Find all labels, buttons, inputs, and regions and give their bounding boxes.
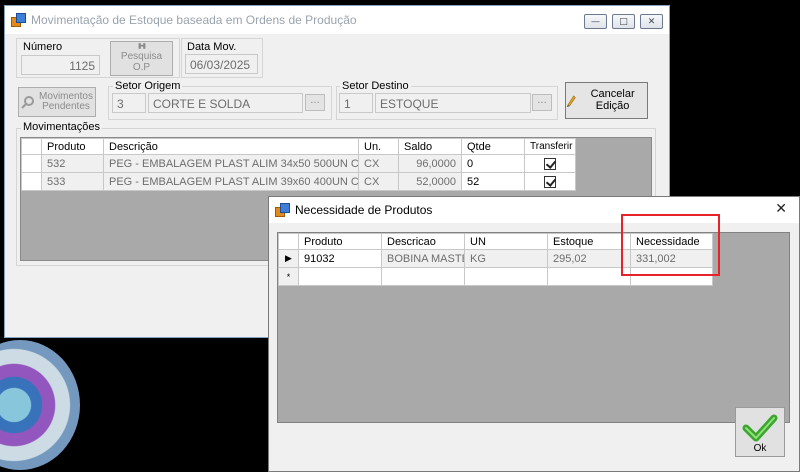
col-header-un[interactable]: Un.: [358, 138, 399, 155]
cell-produto: 91032: [298, 249, 382, 268]
setor-destino-label: Setor Destino: [340, 80, 411, 92]
cell-qtde[interactable]: 0: [461, 154, 525, 173]
setor-destino-name-field: ESTOQUE: [375, 93, 531, 113]
col-header-produto[interactable]: Produto: [298, 233, 382, 250]
pesquisa-op-label: Pesquisa O.P: [120, 51, 163, 73]
col-header-descricao[interactable]: Descrição: [103, 138, 359, 155]
ok-button[interactable]: Ok: [735, 407, 785, 457]
desktop-logo-icon: [0, 340, 80, 470]
new-row-indicator[interactable]: *: [278, 267, 299, 286]
setor-origem-browse-button[interactable]: ...: [305, 94, 325, 111]
dialog-title: Necessidade de Produtos: [295, 203, 433, 217]
main-window-title: Movimentação de Estoque baseada em Orden…: [31, 13, 357, 27]
movimentos-pendentes-button[interactable]: Movimentos Pendentes: [18, 87, 96, 117]
movimentos-pendentes-line2: Pendentes: [42, 101, 90, 112]
binoculars-icon: [138, 43, 145, 49]
numero-label: Número: [23, 41, 63, 53]
setor-destino-code-field[interactable]: 1: [339, 93, 373, 113]
pencil-icon: [566, 94, 576, 107]
col-header-descricao[interactable]: Descricao: [381, 233, 465, 250]
col-header-transferir[interactable]: Transferir: [524, 138, 576, 155]
transferir-checkbox[interactable]: [544, 157, 556, 170]
col-header-estoque[interactable]: Estoque: [547, 233, 631, 250]
setor-origem-name-field: CORTE E SOLDA: [148, 93, 303, 113]
table-row[interactable]: 532 PEG - EMBALAGEM PLAST ALIM 34x50 500…: [21, 154, 576, 173]
data-mov-label: Data Mov.: [187, 41, 237, 53]
cancelar-edicao-label: Cancelar Edição: [590, 87, 635, 112]
necessidade-highlight-box: [621, 214, 720, 276]
dialog-app-icon: [275, 203, 290, 217]
setor-origem-code-field[interactable]: 3: [112, 93, 146, 113]
cell-descricao: PEG - EMBALAGEM PLAST ALIM 39x60 400UN C…: [103, 172, 359, 191]
checkmark-icon: [742, 414, 778, 442]
cell-transferir[interactable]: [524, 154, 576, 173]
minimize-button[interactable]: —: [584, 14, 607, 29]
col-header-un[interactable]: UN: [464, 233, 548, 250]
pesquisa-op-button[interactable]: Pesquisa O.P: [110, 41, 173, 76]
cell-produto: 532: [41, 154, 104, 173]
cell-estoque: 295,02: [547, 249, 631, 268]
cell-produto: 533: [41, 172, 104, 191]
cell-qtde[interactable]: 52: [461, 172, 525, 191]
col-header-saldo[interactable]: Saldo: [398, 138, 462, 155]
numero-field[interactable]: 1125: [21, 55, 100, 75]
ok-label: Ok: [753, 443, 767, 454]
transferir-checkbox[interactable]: [544, 175, 556, 188]
cell-empty[interactable]: [464, 267, 548, 286]
main-titlebar: Movimentação de Estoque baseada em Orden…: [5, 6, 669, 34]
cell-empty[interactable]: [298, 267, 382, 286]
cell-empty[interactable]: [381, 267, 465, 286]
magnifier-icon: [21, 96, 35, 109]
cell-transferir[interactable]: [524, 172, 576, 191]
dialog-close-button[interactable]: ✕: [775, 201, 787, 217]
cell-un: KG: [464, 249, 548, 268]
cell-un: CX: [358, 172, 399, 191]
col-header-produto[interactable]: Produto: [41, 138, 104, 155]
cell-un: CX: [358, 154, 399, 173]
cell-saldo: 52,0000: [398, 172, 462, 191]
data-mov-field[interactable]: 06/03/2025: [185, 54, 258, 74]
table-row[interactable]: 533 PEG - EMBALAGEM PLAST ALIM 39x60 400…: [21, 172, 576, 191]
movimentacoes-label: Movimentações: [21, 121, 103, 133]
current-row-indicator[interactable]: ▶: [278, 249, 299, 268]
close-button[interactable]: ✕: [640, 14, 663, 29]
cell-empty[interactable]: [547, 267, 631, 286]
dialog-grid-corner: [278, 233, 299, 250]
cell-descricao: PEG - EMBALAGEM PLAST ALIM 34x50 500UN C…: [103, 154, 359, 173]
row-selector[interactable]: [21, 172, 42, 191]
setor-destino-browse-button[interactable]: ...: [532, 94, 552, 111]
necessidade-dialog: Necessidade de Produtos ✕ Produto Descri…: [268, 196, 800, 472]
grid-corner: [21, 138, 42, 155]
cell-saldo: 96,0000: [398, 154, 462, 173]
row-selector[interactable]: [21, 154, 42, 173]
col-header-qtde[interactable]: Qtde: [461, 138, 525, 155]
app-icon: [11, 13, 26, 27]
cell-descricao: BOBINA MASTE...: [381, 249, 465, 268]
maximize-button[interactable]: □: [612, 14, 635, 29]
setor-origem-label: Setor Origem: [113, 80, 183, 92]
cancelar-edicao-button[interactable]: Cancelar Edição: [565, 82, 648, 119]
